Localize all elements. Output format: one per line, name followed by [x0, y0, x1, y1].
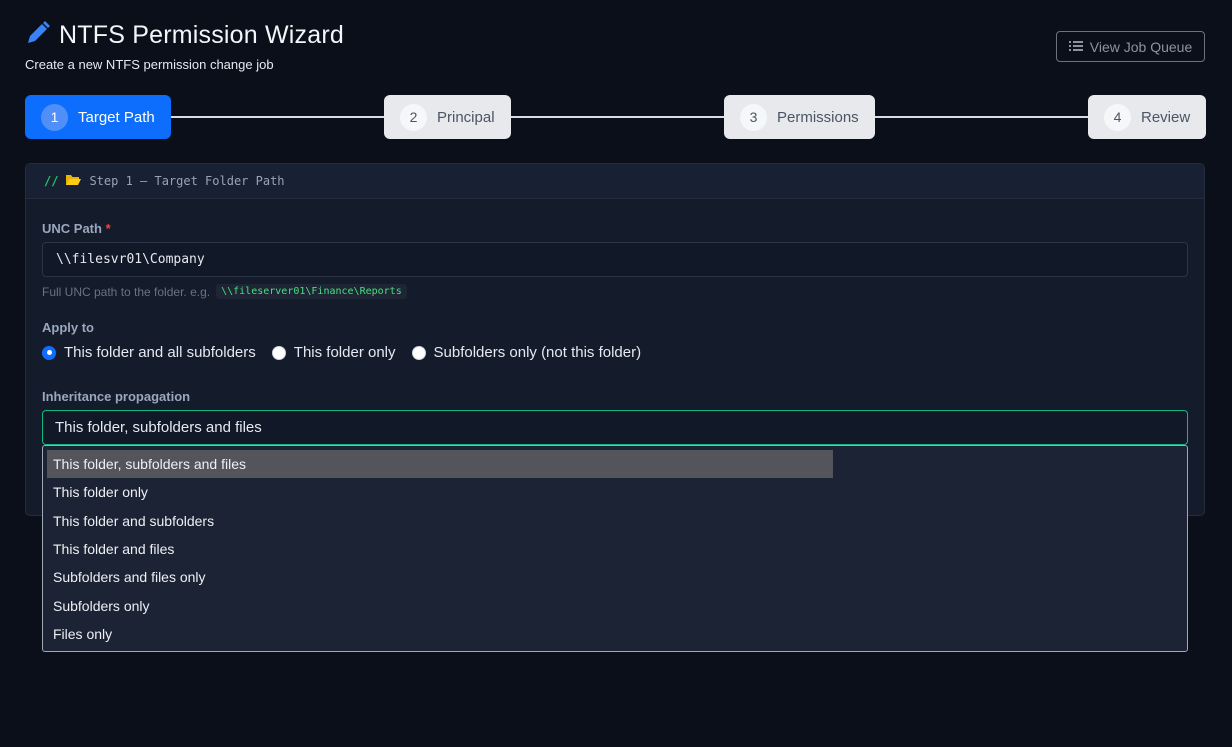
step-number: 2 — [400, 103, 427, 131]
pencil-icon — [25, 20, 51, 51]
dropdown-option[interactable]: Files only — [43, 620, 1187, 648]
step-label: Review — [1141, 108, 1191, 126]
step-number: 4 — [1104, 103, 1131, 131]
step-target-path[interactable]: 1 Target Path — [25, 95, 171, 139]
radio-label: This folder only — [293, 344, 396, 361]
step-label: Principal — [437, 108, 495, 126]
wizard-stepper: 1 Target Path 2 Principal 3 Permissions … — [25, 95, 1207, 139]
unc-path-input[interactable]: \\filesvr01\Company — [42, 242, 1188, 277]
inheritance-dropdown-list: This folder, subfolders and files This f… — [42, 445, 1188, 652]
unc-path-hint: Full UNC path to the folder. e.g. \\file… — [42, 284, 407, 299]
radio-label: Subfolders only (not this folder) — [433, 344, 642, 361]
unc-path-label-text: UNC Path — [42, 221, 102, 236]
inheritance-label: Inheritance propagation — [42, 389, 191, 404]
dropdown-option[interactable]: Subfolders only — [43, 591, 1187, 619]
radio-subfolders-only[interactable]: Subfolders only (not this folder) — [411, 344, 642, 361]
dropdown-option[interactable]: This folder and files — [43, 535, 1187, 563]
step-principal[interactable]: 2 Principal — [384, 95, 511, 139]
page-subtitle: Create a new NTFS permission change job — [25, 57, 274, 72]
page-title: NTFS Permission Wizard — [59, 21, 344, 49]
view-job-queue-button[interactable]: View Job Queue — [1056, 31, 1205, 62]
inheritance-select-value: This folder, subfolders and files — [55, 419, 262, 436]
dropdown-option[interactable]: This folder and subfolders — [43, 507, 1187, 535]
folder-icon — [66, 174, 82, 189]
unc-path-value: \\filesvr01\Company — [56, 252, 205, 267]
title-row: NTFS Permission Wizard — [25, 20, 344, 51]
dropdown-option[interactable]: This folder, subfolders and files — [47, 450, 833, 479]
dropdown-option[interactable]: This folder only — [43, 478, 1187, 506]
hint-text: Full UNC path to the folder. e.g. — [42, 284, 211, 299]
dropdown-option[interactable]: Subfolders and files only — [43, 563, 1187, 591]
list-icon — [1068, 39, 1083, 55]
step-number: 3 — [740, 103, 767, 131]
card-header: // Step 1 — Target Folder Path — [26, 164, 1204, 199]
inheritance-select[interactable]: This folder, subfolders and files — [42, 410, 1188, 445]
step-label: Target Path — [78, 108, 155, 126]
card-title: Step 1 — Target Folder Path — [89, 174, 285, 188]
step-permissions[interactable]: 3 Permissions — [724, 95, 875, 139]
radio-folder-only[interactable]: This folder only — [271, 344, 396, 361]
comment-prefix: // — [44, 174, 59, 188]
step-number: 1 — [41, 103, 68, 131]
step-connector — [870, 116, 1095, 118]
unc-path-label: UNC Path * — [42, 221, 111, 236]
step-label: Permissions — [777, 108, 859, 126]
step-connector — [165, 116, 390, 118]
view-job-queue-label: View Job Queue — [1089, 38, 1193, 55]
radio-label: This folder and all subfolders — [64, 344, 256, 361]
radio-checked-icon[interactable] — [42, 345, 56, 360]
apply-to-radio-group: This folder and all subfolders This fold… — [42, 344, 641, 361]
step-review[interactable]: 4 Review — [1088, 95, 1207, 139]
required-mark: * — [105, 221, 111, 236]
page-header: NTFS Permission Wizard Create a new NTFS… — [25, 20, 344, 72]
radio-unchecked-icon[interactable] — [271, 345, 286, 360]
apply-to-label: Apply to — [42, 320, 94, 335]
step-connector — [505, 116, 730, 118]
hint-example: \\fileserver01\Finance\Reports — [216, 284, 407, 299]
radio-folder-and-subfolders[interactable]: This folder and all subfolders — [42, 344, 256, 361]
radio-unchecked-icon[interactable] — [411, 345, 426, 360]
